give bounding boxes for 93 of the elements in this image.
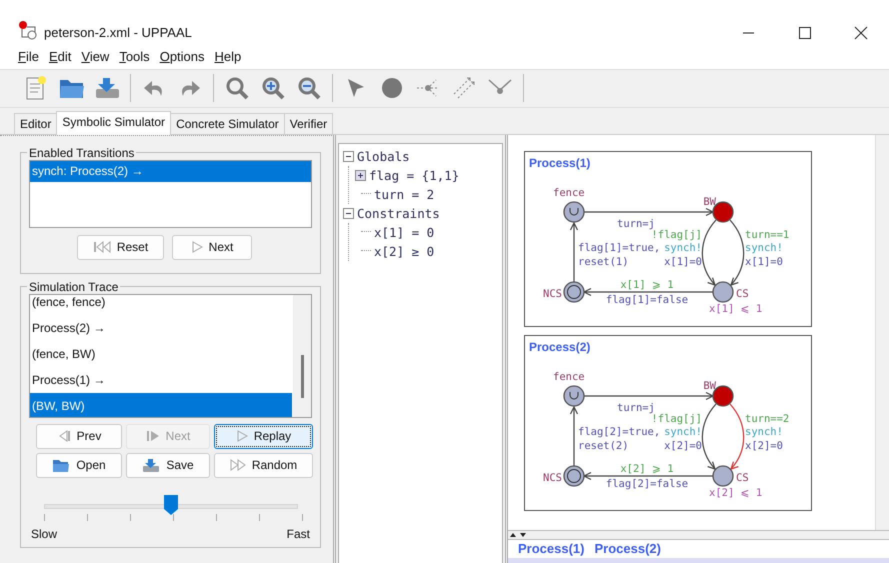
play-icon <box>236 430 248 442</box>
tab[interactable]: Verifier <box>284 112 334 134</box>
guard-label: !flag[j] <box>651 228 702 241</box>
update-label: x[2]=0 <box>745 440 783 452</box>
open-button[interactable]: Open <box>36 452 122 478</box>
step-back-icon <box>56 430 71 442</box>
skip-back-icon <box>92 241 111 254</box>
process-title: Process(1) <box>529 156 590 170</box>
tree-item[interactable]: flag = {1,1} <box>369 168 460 183</box>
location-node[interactable] <box>712 464 734 486</box>
sync-label: synch! <box>745 242 783 254</box>
guard-label: turn==2 <box>745 412 790 425</box>
window-title: peterson-2.xml - UPPAAL <box>44 24 192 40</box>
sync-label: synch! <box>664 242 702 254</box>
fast-forward-icon <box>230 459 246 472</box>
update-label: x[1]=0 <box>745 256 783 268</box>
tree-item[interactable]: x[1] = 0 <box>374 224 434 240</box>
menu-item[interactable]: Help <box>210 49 246 64</box>
invariant-label: x[1] ⩽ 1 <box>709 302 762 315</box>
update-label: flag[2]=true, <box>578 426 660 438</box>
guard-label: turn==1 <box>745 228 790 241</box>
update-label: turn=j <box>617 402 655 414</box>
location-node[interactable] <box>712 280 734 302</box>
group-title: Simulation Trace <box>28 280 120 294</box>
step-forward-icon <box>146 430 160 442</box>
trace-item[interactable]: Process(1) → <box>30 366 292 393</box>
tree-item[interactable]: x[2] ≥ 0 <box>374 244 434 259</box>
update-label: x[2]=0 <box>664 440 702 452</box>
save-icon <box>142 458 160 473</box>
menu-item[interactable]: File <box>14 49 43 64</box>
zoom-in-icon[interactable] <box>260 75 286 102</box>
guard-label: x[1] ⩾ 1 <box>620 278 674 291</box>
location-name: CS <box>736 472 749 484</box>
update-label: flag[2]=false <box>606 478 688 490</box>
location-name: NCS <box>543 288 562 300</box>
process-title: Process(2) <box>529 340 590 354</box>
guard-label: !flag[j] <box>651 412 702 425</box>
collapse-toggle[interactable] <box>343 208 354 219</box>
location-node[interactable] <box>563 200 585 222</box>
slider-thumb[interactable] <box>164 494 178 515</box>
location-node[interactable] <box>563 280 585 302</box>
menu-item[interactable]: Options <box>156 49 209 64</box>
update-label: flag[1]=false <box>606 294 688 306</box>
menu-item[interactable]: View <box>77 49 114 64</box>
update-label: flag[1]=true, <box>578 242 660 254</box>
location-name: CS <box>736 288 749 300</box>
tab[interactable]: Symbolic Simulator <box>56 110 172 135</box>
expand-toggle[interactable] <box>355 170 366 181</box>
location-node[interactable] <box>563 384 585 406</box>
update-label: reset(1) <box>578 256 629 268</box>
trace-item[interactable]: (fence, BW) <box>30 340 292 367</box>
location-node[interactable] <box>563 464 585 486</box>
update-label: turn=j <box>617 218 655 230</box>
app-icon <box>18 20 38 40</box>
search-icon[interactable] <box>224 75 250 102</box>
location-name: BW <box>703 196 716 208</box>
group-title: Enabled Transitions <box>28 146 136 160</box>
tree-item[interactable]: turn = 2 <box>374 186 434 202</box>
update-label: reset(2) <box>578 440 629 452</box>
next-button[interactable]: Next <box>172 234 252 260</box>
trace-item[interactable]: (BW, BW) <box>30 392 292 417</box>
random-button[interactable]: Random <box>214 452 313 478</box>
guard-label: x[2] ⩾ 1 <box>620 462 674 475</box>
play-icon <box>190 241 203 254</box>
location-name: BW <box>703 380 716 392</box>
slider-label: Slow <box>31 526 58 541</box>
collapse-toggle[interactable] <box>343 150 354 162</box>
scrollbar[interactable] <box>293 294 311 417</box>
transition-item[interactable]: synch: Process(2) → <box>30 160 311 182</box>
location-name: fence <box>553 186 585 199</box>
location-name: NCS <box>543 472 562 484</box>
invariant-label: x[2] ⩽ 1 <box>709 486 762 499</box>
prev-button[interactable]: Prev <box>36 424 122 449</box>
location-name: fence <box>553 370 585 383</box>
trace-item[interactable]: Process(2) → <box>30 314 292 341</box>
zoom-out-icon[interactable] <box>296 75 322 102</box>
split-arrows-icon[interactable] <box>510 532 528 538</box>
slider-label: Fast <box>286 526 310 541</box>
reset-button[interactable]: Reset <box>77 234 164 260</box>
trace-item[interactable]: (fence, fence) <box>30 294 292 315</box>
sync-label: synch! <box>664 426 702 438</box>
save-button[interactable]: Save <box>126 452 210 478</box>
process-tab[interactable]: Process(2) <box>594 541 661 556</box>
tree-item[interactable]: Globals <box>357 148 410 164</box>
update-label: x[1]=0 <box>664 256 702 268</box>
folder-icon <box>52 458 70 473</box>
sync-label: synch! <box>745 426 783 438</box>
replay-button[interactable]: Replay <box>214 424 313 449</box>
tab[interactable]: Editor <box>14 112 58 134</box>
tree-item[interactable]: Constraints <box>357 206 440 221</box>
menu-item[interactable]: Edit <box>44 49 76 64</box>
process-tab[interactable]: Process(1) <box>518 541 584 556</box>
menu-item[interactable]: Tools <box>115 49 154 64</box>
